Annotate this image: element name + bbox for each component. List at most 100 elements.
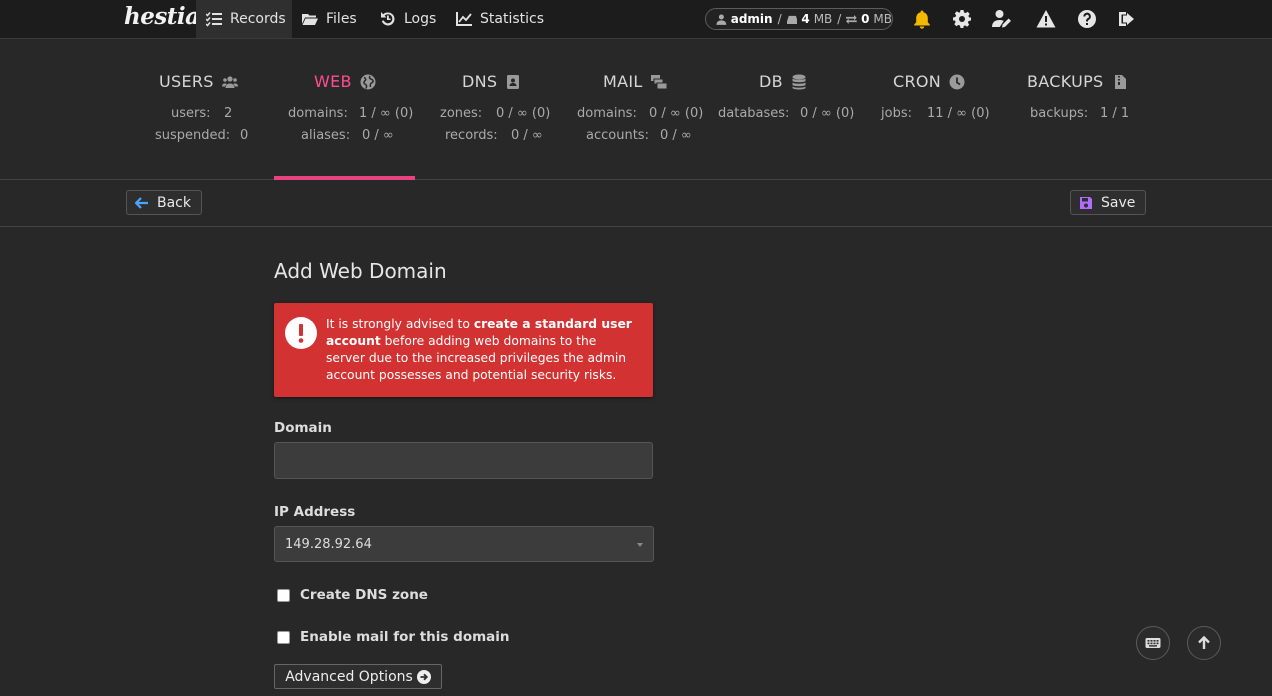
arrow-circle-right-icon (416, 669, 431, 684)
stat-mail-value-2: 0 / ∞ (660, 128, 692, 143)
user-icon (716, 13, 727, 25)
nav-statistics[interactable]: Statistics (456, 0, 544, 38)
exclamation-circle-icon (285, 317, 317, 349)
hard-drive-icon (786, 15, 798, 24)
stat-mail-label-1: domains: (577, 106, 637, 121)
stat-web-title: WEB (314, 72, 376, 91)
usage-bandwidth: 0 (861, 12, 870, 26)
caret-down-icon (637, 543, 643, 547)
advanced-options-button[interactable]: Advanced Options (274, 664, 442, 689)
keyboard-icon (1145, 638, 1161, 648)
scroll-to-top-button[interactable] (1187, 626, 1221, 660)
stat-mail-label-2: accounts: (586, 128, 649, 143)
stat-cron-value-1: 11 / ∞ (0) (927, 106, 990, 121)
stat-cron-title: CRON (893, 72, 965, 91)
chart-line-icon (456, 12, 472, 26)
nav-statistics-label: Statistics (480, 11, 544, 27)
mail-bulk-icon (650, 74, 667, 89)
back-button[interactable]: Back (126, 190, 202, 215)
transfer-icon (846, 14, 858, 24)
top-bar: hestia Records Files Logs Statistics adm… (0, 0, 1272, 39)
usage-pill[interactable]: admin/ 4 MB/ 0 MB (705, 8, 893, 30)
gear-icon (953, 10, 971, 28)
back-button-label: Back (157, 194, 191, 211)
save-button-label: Save (1101, 194, 1136, 211)
address-book-icon (507, 74, 520, 89)
ip-address-select[interactable]: 149.28.92.64 (274, 526, 654, 562)
file-archive-icon (1114, 74, 1126, 89)
usage-disk-unit: MB (813, 12, 833, 26)
floppy-disk-icon (1080, 196, 1092, 209)
stat-web-label-2: aliases: (301, 128, 351, 143)
stat-dns-label-2: records: (445, 128, 498, 143)
stat-db-title: DB (759, 72, 807, 91)
nav-records-label: Records (230, 11, 286, 27)
warning-triangle-icon (1036, 10, 1056, 28)
usage-disk: 4 (801, 12, 810, 26)
globe-icon (360, 74, 376, 89)
stat-users-label-2: suspended: (155, 128, 231, 143)
user-pen-icon (992, 10, 1011, 28)
stat-db-value-1: 0 / ∞ (0) (800, 106, 855, 121)
stat-dns-title: DNS (462, 72, 521, 91)
ip-address-value: 149.28.92.64 (285, 537, 372, 552)
server-settings-button[interactable] (951, 8, 973, 30)
usage-user: admin (730, 12, 773, 26)
dns-zone-label: Create DNS zone (300, 587, 428, 603)
stat-users-value-1: 2 (224, 106, 233, 121)
warnings-button[interactable] (1035, 8, 1057, 30)
stats-bar: USERS users: 2 suspended: 0 WEB domains:… (0, 39, 1272, 180)
stat-backups-label-1: backups: (1030, 106, 1089, 121)
keyboard-shortcuts-button[interactable] (1136, 626, 1170, 660)
stat-dns-value-1: 0 / ∞ (0) (496, 106, 551, 121)
domain-label: Domain (274, 420, 332, 436)
mail-checkbox[interactable] (277, 630, 290, 644)
mail-checkbox-row[interactable]: Enable mail for this domain (277, 629, 510, 645)
stat-dns-label-1: zones: (440, 106, 483, 121)
active-tab-indicator (274, 176, 415, 180)
stat-dns-value-2: 0 / ∞ (511, 128, 543, 143)
nav-files-label: Files (326, 11, 357, 27)
usage-bandwidth-unit: MB (873, 12, 893, 26)
folder-open-icon (302, 14, 318, 25)
bell-icon (914, 10, 930, 29)
question-circle-icon (1078, 10, 1096, 28)
database-icon (792, 74, 806, 89)
logout-button[interactable] (1116, 8, 1138, 30)
ip-address-label: IP Address (274, 504, 356, 520)
edit-user-button[interactable] (991, 8, 1013, 30)
advanced-options-label: Advanced Options (285, 668, 413, 685)
nav-records[interactable]: Records (196, 0, 292, 38)
action-bar: Back Save (0, 181, 1272, 227)
save-button[interactable]: Save (1070, 190, 1147, 215)
users-icon (221, 75, 238, 88)
stat-web-value-2: 0 / ∞ (362, 128, 394, 143)
stat-users-value-2: 0 (240, 128, 249, 143)
notifications-button[interactable] (911, 8, 933, 30)
history-icon (381, 12, 395, 26)
help-button[interactable] (1076, 8, 1098, 30)
arrow-up-icon (1198, 635, 1210, 649)
nav-files[interactable]: Files (302, 0, 357, 38)
stat-mail-value-1: 0 / ∞ (0) (649, 106, 704, 121)
page-title: Add Web Domain (274, 259, 447, 283)
stat-web-label-1: domains: (288, 106, 348, 121)
security-alert: It is strongly advised to create a stand… (274, 303, 653, 397)
nav-logs-label: Logs (404, 11, 437, 27)
dns-zone-checkbox-row[interactable]: Create DNS zone (277, 587, 428, 603)
list-check-icon (206, 12, 222, 27)
stat-web-value-1: 1 / ∞ (0) (359, 106, 414, 121)
stat-cron-label-1: jobs: (881, 106, 912, 121)
domain-input[interactable] (274, 442, 653, 479)
nav-logs[interactable]: Logs (380, 0, 436, 38)
sign-out-icon (1119, 12, 1134, 26)
alert-message: It is strongly advised to create a stand… (326, 317, 632, 382)
arrow-left-icon (135, 196, 148, 209)
logo[interactable]: hestia (124, 3, 200, 30)
stat-users-label-1: users: (171, 106, 211, 121)
clock-icon (949, 74, 965, 89)
dns-zone-checkbox[interactable] (277, 588, 290, 602)
stat-backups-title: BACKUPS (1027, 72, 1128, 91)
stat-mail-title: MAIL (603, 72, 667, 91)
mail-label: Enable mail for this domain (300, 629, 510, 645)
